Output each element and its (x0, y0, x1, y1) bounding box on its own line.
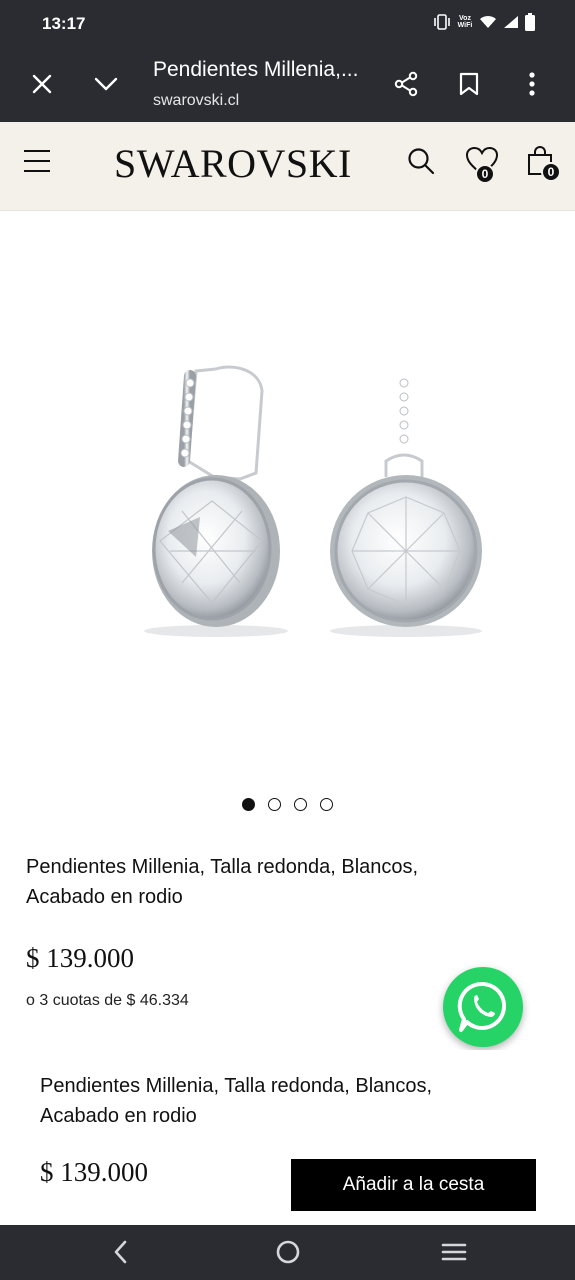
back-button[interactable] (110, 1238, 130, 1271)
brand-logo[interactable]: SWAROVSKI (114, 140, 352, 187)
product-image[interactable] (0, 211, 575, 786)
search-icon (408, 148, 435, 175)
share-icon (394, 71, 418, 97)
earrings-image (144, 365, 482, 637)
status-bar: 13:17 Voz WiFi (0, 0, 575, 48)
carousel-dot-1[interactable] (242, 798, 255, 811)
page-title: Pendientes Millenia,... (153, 58, 359, 81)
home-icon (276, 1240, 300, 1264)
cart-button[interactable]: 0 (527, 146, 567, 186)
product-price: $ 139.000 (26, 943, 134, 973)
search-button[interactable] (407, 147, 435, 180)
status-icons: Voz WiFi (433, 13, 535, 31)
whatsapp-icon (457, 981, 507, 1032)
status-time: 13:17 (42, 14, 86, 33)
carousel-dot-4[interactable] (320, 798, 333, 811)
menu-icon[interactable] (24, 150, 50, 172)
system-nav-bar (0, 1225, 575, 1280)
recents-button[interactable] (441, 1238, 467, 1271)
image-carousel-dots (0, 798, 575, 811)
site-header: SWAROVSKI 0 0 (0, 122, 575, 211)
more-options-button[interactable] (512, 64, 552, 104)
sticky-product-name: Pendientes Millenia, Talla redonda, Blan… (40, 1075, 433, 1127)
wishlist-count-badge: 0 (475, 164, 495, 184)
back-icon (114, 1240, 127, 1264)
wifi-icon (480, 15, 496, 28)
browser-toolbar: Pendientes Millenia,... swarovski.cl (0, 48, 575, 122)
page-url: swarovski.cl (153, 92, 240, 109)
cart-count-badge: 0 (541, 162, 561, 182)
chevron-down-icon (94, 77, 118, 91)
product-name: Pendientes Millenia, Talla redonda, Blan… (26, 856, 419, 908)
installments-text: o 3 cuotas de $ 46.334 (26, 992, 189, 1009)
carousel-dot-2[interactable] (268, 798, 281, 811)
recents-icon (441, 1243, 467, 1261)
home-button[interactable] (275, 1238, 301, 1271)
add-to-cart-button[interactable]: Añadir a la cesta (291, 1159, 536, 1211)
minimize-button[interactable] (86, 64, 126, 104)
close-button[interactable] (22, 64, 62, 104)
sticky-add-to-cart-bar: Pendientes Millenia, Talla redonda, Blan… (0, 1050, 575, 1225)
bookmark-button[interactable] (449, 64, 489, 104)
whatsapp-button[interactable] (443, 967, 523, 1047)
signal-icon (504, 16, 518, 28)
sticky-product-price: $ 139.000 (40, 1157, 148, 1187)
carousel-dot-3[interactable] (294, 798, 307, 811)
close-icon (32, 74, 52, 94)
more-vert-icon (529, 72, 535, 96)
wishlist-button[interactable]: 0 (465, 146, 509, 186)
bookmark-icon (459, 72, 479, 96)
share-button[interactable] (386, 64, 426, 104)
vibrate-icon (434, 14, 450, 30)
volte-icon: Voz WiFi (457, 15, 473, 29)
battery-icon (525, 13, 535, 31)
